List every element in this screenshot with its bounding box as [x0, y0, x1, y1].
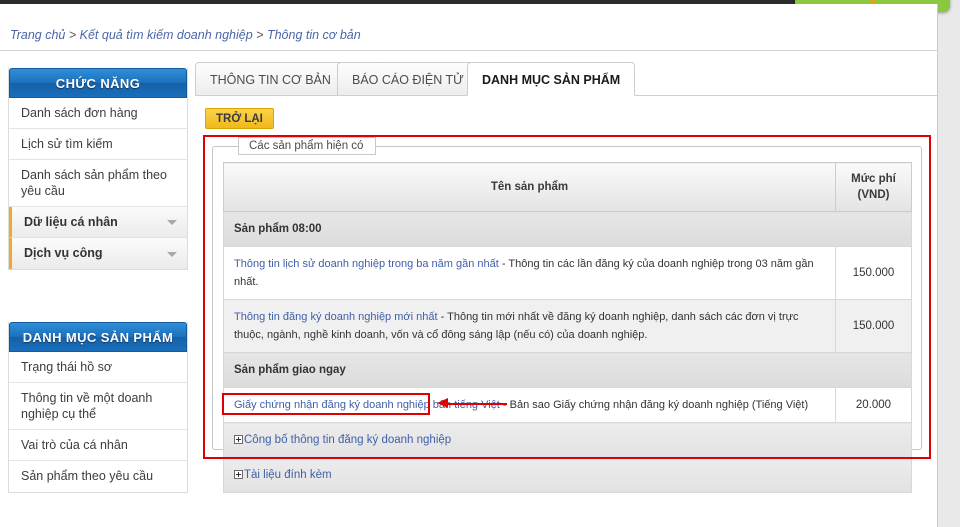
sidebar-item-order-list[interactable]: Danh sách đơn hàng — [9, 98, 187, 129]
sidebar-item-company-info[interactable]: Thông tin về một doanh nghiệp cụ thể — [9, 383, 187, 430]
sidebar-panel-product-catalog: DANH MỤC SẢN PHẨM Trạng thái hồ sơ Thông… — [8, 322, 188, 493]
sidebar-panel-functions: CHỨC NĂNG Danh sách đơn hàng Lịch sử tìm… — [8, 68, 188, 270]
tab-label: DANH MỤC SẢN PHẨM — [482, 73, 621, 87]
expandable-row-attachments[interactable]: Tài liệu đính kèm — [223, 457, 912, 493]
screenshot-root: Trang chủ > Kết quả tìm kiếm doanh nghiệ… — [0, 0, 960, 527]
sidebar-item-label: Dữ liệu cá nhân — [24, 215, 118, 229]
sidebar-panel-product-catalog-title: DANH MỤC SẢN PHẨM — [9, 322, 187, 352]
back-button-label: TRỞ LẠI — [216, 113, 263, 125]
arrow-shaft — [447, 403, 507, 405]
chevron-down-icon — [167, 220, 177, 225]
tab-product-catalog[interactable]: DANH MỤC SẢN PHẨM — [467, 62, 636, 96]
breadcrumb-item-home[interactable]: Trang chủ — [10, 28, 65, 42]
annotation-arrow-left-icon — [437, 398, 507, 408]
breadcrumb-separator: > — [256, 28, 264, 42]
tab-basic-info[interactable]: THÔNG TIN CƠ BẢN — [195, 62, 346, 96]
sidebar-item-search-history[interactable]: Lịch sử tìm kiếm — [9, 129, 187, 160]
sidebar-item-requested-product[interactable]: Sản phẩm theo yêu cầu — [9, 461, 187, 492]
breadcrumb-divider — [0, 50, 938, 51]
sidebar-item-label: Thông tin về một doanh nghiệp cụ thể — [21, 391, 153, 421]
tab-strip: THÔNG TIN CƠ BẢN BÁO CÁO ĐIỆN TỬ DANH MỤ… — [195, 62, 935, 96]
sidebar-item-requested-product-list[interactable]: Danh sách sản phẩm theo yêu cầu — [9, 160, 187, 207]
plus-expand-icon[interactable] — [234, 470, 243, 479]
sidebar-item-label: Sản phẩm theo yêu cầu — [21, 469, 154, 483]
sidebar-item-label: Vai trò của cá nhân — [21, 438, 128, 452]
breadcrumb-separator: > — [68, 28, 77, 42]
breadcrumb: Trang chủ > Kết quả tìm kiếm doanh nghiệ… — [0, 22, 938, 48]
expandable-cell: Tài liệu đính kèm — [223, 457, 912, 493]
sidebar-item-label: Trạng thái hồ sơ — [21, 360, 113, 374]
sidebar-panel-functions-title: CHỨC NĂNG — [9, 68, 187, 98]
chevron-down-icon — [167, 251, 177, 257]
sidebar-item-label: Lịch sử tìm kiếm — [21, 137, 113, 151]
breadcrumb-item-basic-info[interactable]: Thông tin cơ bản — [267, 28, 361, 42]
sidebar-item-dossier-status[interactable]: Trạng thái hồ sơ — [9, 352, 187, 383]
sidebar-item-personal-role[interactable]: Vai trò của cá nhân — [9, 430, 187, 461]
sidebar-item-public-service[interactable]: Dịch vụ công — [9, 238, 187, 269]
arrow-head — [437, 398, 448, 408]
back-button[interactable]: TRỞ LẠI — [205, 108, 274, 129]
sidebar-item-label: Danh sách sản phẩm theo yêu cầu — [21, 168, 167, 198]
breadcrumb-item-search-results[interactable]: Kết quả tìm kiếm doanh nghiệp — [80, 28, 253, 42]
tab-electronic-report[interactable]: BÁO CÁO ĐIỆN TỬ — [337, 62, 479, 96]
sidebar-item-label: Danh sách đơn hàng — [21, 106, 138, 120]
tab-label: BÁO CÁO ĐIỆN TỬ — [352, 73, 464, 87]
sidebar-item-personal-data[interactable]: Dữ liệu cá nhân — [9, 207, 187, 238]
annotation-highlight-region — [203, 135, 931, 459]
page-canvas: Trang chủ > Kết quả tìm kiếm doanh nghiệ… — [0, 4, 938, 527]
sidebar-item-label: Dịch vụ công — [24, 246, 103, 260]
expandable-label[interactable]: Tài liệu đính kèm — [244, 469, 332, 481]
tab-label: THÔNG TIN CƠ BẢN — [210, 73, 331, 87]
